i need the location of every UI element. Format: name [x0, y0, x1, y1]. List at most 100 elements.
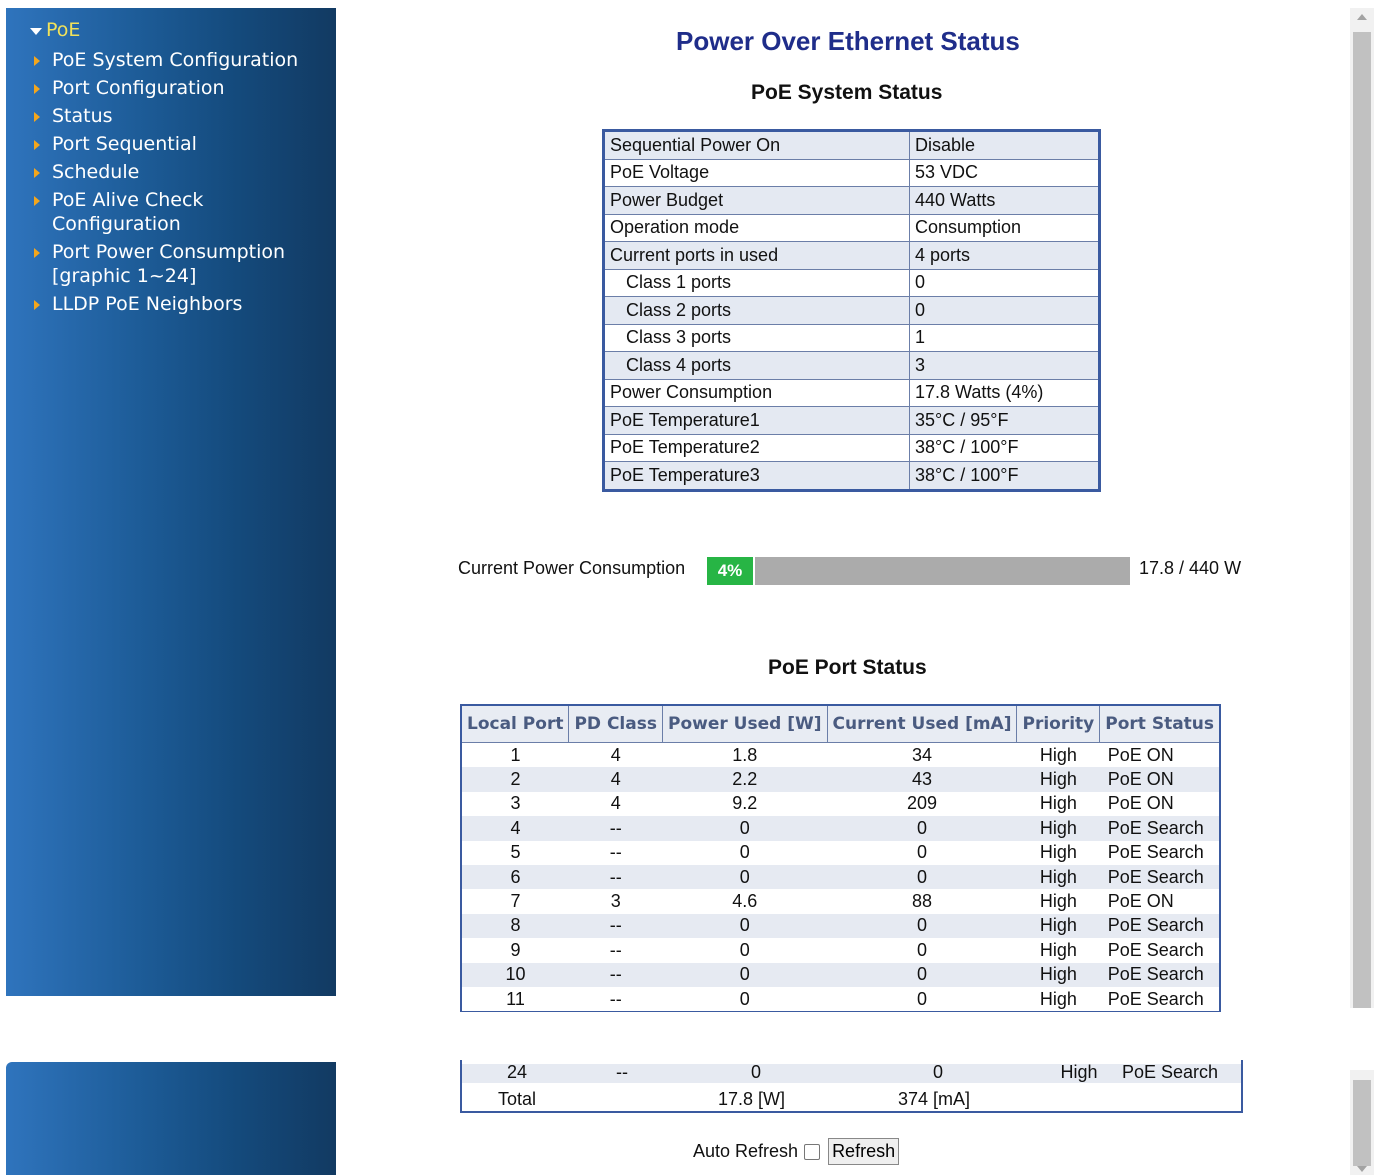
- triangle-right-icon: [34, 140, 40, 150]
- sidebar-item[interactable]: Schedule: [34, 160, 320, 184]
- consumption-label: Current Power Consumption: [458, 558, 686, 578]
- total-row: Total 17.8 [W] 374 [mA]: [462, 1087, 1241, 1111]
- table-row: 5 -- 0 0 High PoE Search: [461, 840, 1221, 865]
- table-cell: 0: [827, 986, 1017, 1013]
- sidebar-item[interactable]: Status: [34, 104, 320, 128]
- table-cell: 8: [461, 913, 569, 939]
- total-power: 17.8 [W]: [718, 1089, 786, 1109]
- system-status-row: PoE Voltage 53 VDC: [603, 158, 1100, 187]
- table-cell: PoE ON: [1099, 767, 1221, 792]
- table-cell: 43: [827, 767, 1017, 792]
- page-break-gap-right: [460, 1012, 1383, 1064]
- status-key: Current ports in used: [603, 241, 910, 270]
- system-status-row: Current ports in used 4 ports: [603, 241, 1100, 270]
- status-value: 38°C / 100°F: [909, 461, 1100, 491]
- table-cell: PoE Search: [1099, 938, 1221, 963]
- column-header: Local Port: [460, 704, 570, 743]
- status-key: Class 2 ports: [603, 296, 910, 325]
- auto-refresh-checkbox[interactable]: [804, 1143, 821, 1160]
- triangle-right-icon: [34, 84, 40, 94]
- scrollbar[interactable]: [1350, 8, 1374, 1175]
- scroll-down-icon[interactable]: [1357, 1166, 1367, 1172]
- sidebar-item-label: PoE Alive Check Configuration: [52, 189, 204, 235]
- table-row: 9 -- 0 0 High PoE Search: [461, 938, 1221, 963]
- sidebar-item-poe[interactable]: PoE: [30, 16, 320, 44]
- status-value: Disable: [909, 130, 1100, 160]
- column-header: PD Class: [568, 704, 663, 743]
- scrollbar-thumb-lower[interactable]: [1353, 1080, 1371, 1166]
- table-cell: 0: [662, 840, 827, 865]
- table-cell: 7: [461, 889, 569, 914]
- sidebar-item[interactable]: LLDP PoE Neighbors: [34, 292, 320, 316]
- table-cell: --: [568, 864, 663, 890]
- table-row: 8 -- 0 0 High PoE Search: [461, 913, 1221, 939]
- table-cell: 0: [827, 938, 1017, 963]
- table-row: 6 -- 0 0 High PoE Search: [461, 864, 1221, 890]
- status-key: Class 3 ports: [603, 323, 910, 352]
- table-row: 11 -- 0 0 High PoE Search: [461, 986, 1221, 1013]
- table-cell: 0: [672, 1064, 840, 1083]
- table-cell: 0: [840, 1064, 1036, 1083]
- sidebar-item-label: Port Configuration: [52, 77, 225, 99]
- sidebar-item[interactable]: PoE Alive Check Configuration: [34, 188, 320, 236]
- table-cell: 0: [827, 840, 1017, 865]
- table-cell: High: [1016, 962, 1100, 987]
- table-cell: --: [572, 1064, 672, 1083]
- system-status-row: Operation mode Consumption: [603, 213, 1100, 242]
- system-status-table: Sequential Power On Disable PoE Voltage 53 …: [602, 129, 1101, 492]
- table-cell: 0: [662, 864, 827, 890]
- table-cell: 6: [461, 864, 569, 890]
- sidebar-item[interactable]: Port Configuration: [34, 76, 320, 100]
- status-value: 0: [909, 268, 1100, 297]
- table-cell: High: [1016, 938, 1100, 963]
- sidebar-header-label: PoE: [46, 19, 81, 41]
- table-row: 4 -- 0 0 High PoE Search: [461, 816, 1221, 841]
- sidebar-item[interactable]: Port Power Consumption [graphic 1~24]: [34, 240, 320, 288]
- status-key: Power Budget: [603, 186, 910, 215]
- system-status-row: PoE Temperature3 38°C / 100°F: [603, 461, 1100, 491]
- table-cell: PoE Search: [1099, 913, 1221, 939]
- table-cell: 0: [662, 913, 827, 939]
- total-current: 374 [mA]: [898, 1089, 971, 1109]
- table-cell: 9.2: [662, 791, 827, 817]
- sidebar-item[interactable]: Port Sequential: [34, 132, 320, 156]
- status-key: PoE Voltage: [603, 158, 910, 187]
- status-value: 440 Watts: [909, 186, 1100, 215]
- status-key: Power Consumption: [603, 378, 910, 407]
- table-cell: 0: [662, 986, 827, 1013]
- system-status-row: PoE Temperature1 35°C / 95°F: [603, 406, 1100, 435]
- system-status-title: PoE System Status: [751, 81, 943, 104]
- status-value: 38°C / 100°F: [909, 433, 1100, 462]
- table-cell: 0: [827, 816, 1017, 841]
- table-cell: 24: [462, 1064, 572, 1083]
- triangle-right-icon: [34, 112, 40, 122]
- table-cell: 4: [568, 742, 663, 768]
- table-cell: High: [1016, 791, 1100, 817]
- status-value: 4 ports: [909, 241, 1100, 270]
- refresh-button[interactable]: Refresh: [828, 1138, 900, 1165]
- table-cell: 3: [461, 791, 569, 817]
- table-cell: High: [1016, 913, 1100, 939]
- table-cell: High: [1016, 767, 1100, 792]
- system-status-row: Power Consumption 17.8 Watts (4%): [603, 378, 1100, 407]
- scrollbar-thumb[interactable]: [1353, 32, 1371, 1012]
- table-cell: 4: [461, 816, 569, 841]
- total-label: Total: [498, 1089, 537, 1109]
- system-status-row: Class 1 ports 0: [603, 268, 1100, 297]
- table-cell: High: [1016, 816, 1100, 841]
- sidebar-item[interactable]: PoE System Configuration: [34, 48, 320, 72]
- table-cell: High: [1016, 986, 1100, 1013]
- table-cell: 0: [827, 864, 1017, 890]
- table-cell: 0: [662, 816, 827, 841]
- status-key: PoE Temperature1: [603, 406, 910, 435]
- table-row: 7 3 4.6 88 High PoE ON: [461, 889, 1221, 914]
- table-cell: PoE Search: [1099, 864, 1221, 890]
- status-value: 0: [909, 296, 1100, 325]
- triangle-right-icon: [34, 196, 40, 206]
- status-value: 17.8 Watts (4%): [909, 378, 1100, 407]
- page-break-gap: [0, 996, 345, 1066]
- scroll-up-icon[interactable]: [1357, 14, 1367, 20]
- sidebar-item-label: Port Power Consumption [graphic 1~24]: [52, 241, 286, 287]
- status-key: Sequential Power On: [603, 130, 910, 160]
- status-value: 53 VDC: [909, 158, 1100, 187]
